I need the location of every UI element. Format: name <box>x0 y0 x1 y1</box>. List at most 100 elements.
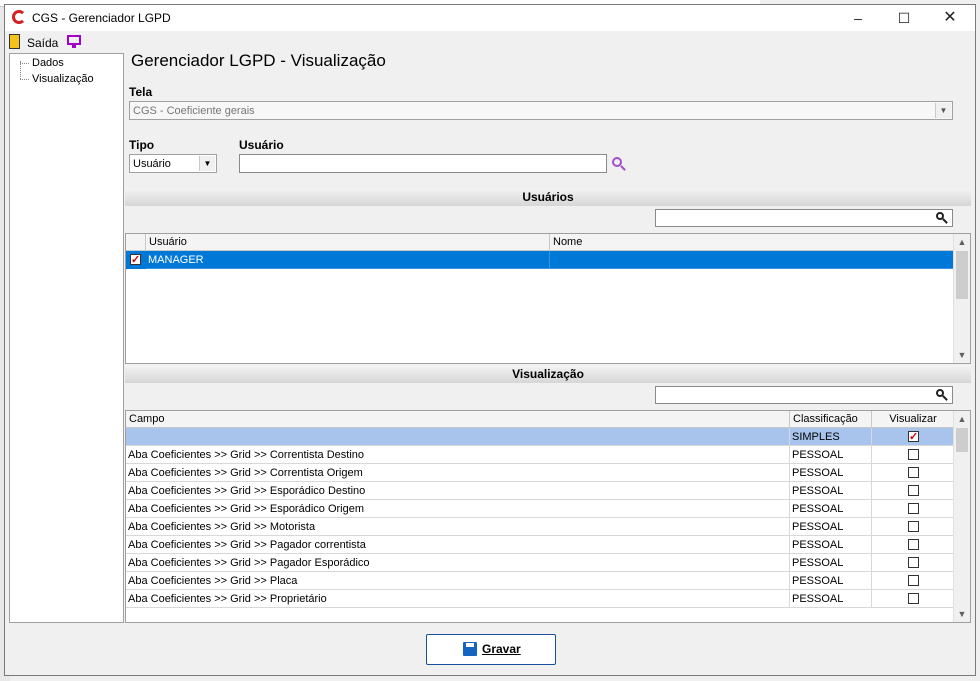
visualizar-checkbox[interactable] <box>908 467 919 478</box>
scroll-thumb[interactable] <box>956 251 968 299</box>
monitor-icon[interactable] <box>67 35 81 45</box>
table-row[interactable]: SIMPLES <box>126 428 955 446</box>
cell-visualizar <box>872 464 955 482</box>
visualization-search-input[interactable] <box>655 386 953 404</box>
toolbar: Saída <box>5 31 975 53</box>
usuario-input[interactable] <box>239 154 607 173</box>
cell-classificacao: PESSOAL <box>790 500 872 518</box>
cell-classificacao: PESSOAL <box>790 572 872 590</box>
cell-campo: Aba Coeficientes >> Grid >> Proprietário <box>126 590 790 608</box>
page-title: Gerenciador LGPD - Visualização <box>131 51 386 70</box>
chevron-down-icon[interactable]: ▼ <box>935 103 951 118</box>
tipo-select[interactable]: Usuário ▼ <box>129 154 217 173</box>
table-row[interactable]: Aba Coeficientes >> Grid >> Correntista … <box>126 446 955 464</box>
cell-campo: Aba Coeficientes >> Grid >> Pagador corr… <box>126 536 790 554</box>
cell-campo: Aba Coeficientes >> Grid >> Esporádico D… <box>126 482 790 500</box>
visualizar-checkbox[interactable] <box>908 449 919 460</box>
visualizar-checkbox[interactable] <box>908 575 919 586</box>
cell-visualizar <box>872 554 955 572</box>
cell-visualizar <box>872 482 955 500</box>
cell-campo: Aba Coeficientes >> Grid >> Correntista … <box>126 446 790 464</box>
cell-visualizar <box>872 536 955 554</box>
table-row[interactable]: Aba Coeficientes >> Grid >> Correntista … <box>126 464 955 482</box>
title-bar[interactable]: CGS - Gerenciador LGPD – ☐ ✕ <box>5 5 975 31</box>
cell-visualizar <box>872 572 955 590</box>
visualizar-checkbox[interactable] <box>908 593 919 604</box>
cell-campo <box>126 428 790 446</box>
scroll-up-icon[interactable]: ▲ <box>954 411 970 427</box>
cell-campo: Aba Coeficientes >> Grid >> Correntista … <box>126 464 790 482</box>
column-header-usuario[interactable]: Usuário <box>146 234 550 251</box>
tela-select[interactable]: CGS - Coeficiente gerais ▼ <box>129 101 953 120</box>
cell-classificacao: PESSOAL <box>790 554 872 572</box>
close-button[interactable]: ✕ <box>927 5 973 31</box>
tree-item-visualizacao[interactable]: Visualização <box>32 73 94 85</box>
scroll-down-icon[interactable]: ▼ <box>954 347 970 363</box>
table-row[interactable]: Aba Coeficientes >> Grid >> Esporádico D… <box>126 482 955 500</box>
save-button-label: Gravar <box>482 642 521 656</box>
visualizar-checkbox[interactable] <box>908 539 919 550</box>
cell-visualizar <box>872 518 955 536</box>
chevron-down-icon[interactable]: ▼ <box>199 156 215 171</box>
cell-campo: Aba Coeficientes >> Grid >> Motorista <box>126 518 790 536</box>
cell-classificacao: PESSOAL <box>790 446 872 464</box>
tipo-label: Tipo <box>129 138 155 152</box>
visualization-section-header: Visualização <box>125 365 971 383</box>
app-logo-icon <box>12 10 26 24</box>
cell-campo: Aba Coeficientes >> Grid >> Placa <box>126 572 790 590</box>
cell-campo: Aba Coeficientes >> Grid >> Esporádico O… <box>126 500 790 518</box>
floppy-disk-icon <box>463 642 477 656</box>
navigation-tree: Dados Visualização <box>9 53 124 623</box>
table-row[interactable]: MANAGER <box>126 251 955 269</box>
column-header-nome[interactable]: Nome <box>550 234 955 251</box>
visualizar-checkbox[interactable] <box>908 557 919 568</box>
tree-connector <box>20 79 29 80</box>
user-cell-usuario: MANAGER <box>146 251 550 269</box>
cell-classificacao: PESSOAL <box>790 536 872 554</box>
users-grid: Usuário Nome MANAGER ▲ ▼ <box>125 233 971 364</box>
visualizar-checkbox[interactable] <box>908 485 919 496</box>
cell-visualizar <box>872 590 955 608</box>
visualization-grid: Campo Classificação Visualizar SIMPLESAb… <box>125 410 971 623</box>
visualizar-checkbox[interactable] <box>908 503 919 514</box>
table-row[interactable]: Aba Coeficientes >> Grid >> Pagador corr… <box>126 536 955 554</box>
exit-door-icon[interactable] <box>9 34 20 49</box>
users-scrollbar[interactable]: ▲ ▼ <box>953 234 970 363</box>
user-cell-nome <box>550 251 955 269</box>
search-icon[interactable] <box>611 156 627 172</box>
cell-classificacao: PESSOAL <box>790 482 872 500</box>
search-icon[interactable] <box>934 388 950 404</box>
visualizar-checkbox[interactable] <box>908 428 919 445</box>
table-row[interactable]: Aba Coeficientes >> Grid >> Pagador Espo… <box>126 554 955 572</box>
column-header-classificacao[interactable]: Classificação <box>790 411 872 428</box>
scroll-up-icon[interactable]: ▲ <box>954 234 970 250</box>
cell-classificacao: PESSOAL <box>790 518 872 536</box>
tela-select-value: CGS - Coeficiente gerais <box>133 105 255 117</box>
cell-visualizar <box>872 500 955 518</box>
table-row[interactable]: Aba Coeficientes >> Grid >> Placa PESSOAL <box>126 572 955 590</box>
visualization-scrollbar[interactable]: ▲ ▼ <box>953 411 970 622</box>
search-icon[interactable] <box>934 211 950 227</box>
exit-button[interactable]: Saída <box>27 36 58 50</box>
minimize-button[interactable]: – <box>835 5 881 31</box>
window-title: CGS - Gerenciador LGPD <box>32 11 171 25</box>
user-row-checkbox[interactable] <box>130 251 141 268</box>
save-button[interactable]: Gravar <box>426 634 556 665</box>
table-row[interactable]: Aba Coeficientes >> Grid >> Motorista PES… <box>126 518 955 536</box>
table-row[interactable]: Aba Coeficientes >> Grid >> Esporádico O… <box>126 500 955 518</box>
column-header-campo[interactable]: Campo <box>126 411 790 428</box>
column-header-visualizar[interactable]: Visualizar <box>872 411 955 428</box>
maximize-button[interactable]: ☐ <box>881 5 927 31</box>
scroll-thumb[interactable] <box>956 428 968 452</box>
scroll-down-icon[interactable]: ▼ <box>954 606 970 622</box>
tipo-select-value: Usuário <box>133 158 171 170</box>
lgpd-manager-window: CGS - Gerenciador LGPD – ☐ ✕ Saída Dados… <box>4 4 976 676</box>
users-search-input[interactable] <box>655 209 953 227</box>
cell-classificacao: PESSOAL <box>790 590 872 608</box>
cell-visualizar <box>872 446 955 464</box>
usuario-label: Usuário <box>239 138 284 152</box>
tree-item-dados[interactable]: Dados <box>32 57 64 69</box>
tree-connector <box>20 63 29 64</box>
table-row[interactable]: Aba Coeficientes >> Grid >> Proprietário… <box>126 590 955 608</box>
visualizar-checkbox[interactable] <box>908 521 919 532</box>
